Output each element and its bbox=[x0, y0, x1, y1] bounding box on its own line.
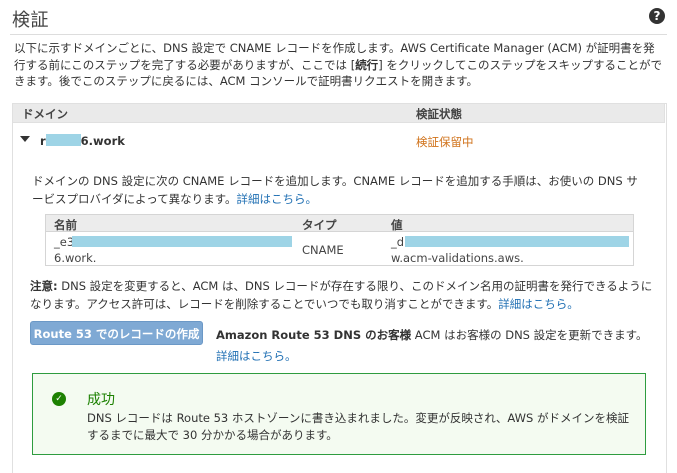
record-value-line2: w.acm-validations.aws. bbox=[391, 251, 524, 265]
route53-description: Amazon Route 53 DNS のお客様 ACM はお客様の DNS 設… bbox=[216, 328, 648, 363]
record-header-value: 値 bbox=[391, 218, 403, 232]
record-value-line1: _d bbox=[391, 235, 405, 249]
page-title: 検証 bbox=[12, 10, 49, 31]
learn-more-link[interactable]: 詳細はこちら。 bbox=[236, 192, 317, 206]
success-message: DNS レコードは Route 53 ホストゾーンに書き込まれました。変更が反映… bbox=[87, 411, 629, 442]
record-table-header bbox=[45, 214, 634, 232]
title-divider bbox=[10, 34, 667, 35]
column-header-domain: ドメイン bbox=[22, 107, 68, 121]
learn-more-link[interactable]: 詳細はこちら。 bbox=[498, 297, 579, 311]
record-type: CNAME bbox=[302, 243, 344, 257]
table-header bbox=[12, 103, 665, 123]
dns-instructions: ドメインの DNS 設定に次の CNAME レコードを追加します。CNAME レ… bbox=[32, 174, 638, 206]
redacted-block bbox=[405, 236, 629, 247]
caret-down-icon[interactable] bbox=[20, 136, 30, 142]
caution-note: 注意: DNS 設定を変更すると、ACM は、DNS レコードが存在する限り、こ… bbox=[30, 279, 653, 311]
column-header-status: 検証状態 bbox=[416, 107, 462, 121]
redacted-block bbox=[72, 236, 292, 247]
redacted-block bbox=[45, 134, 81, 146]
record-header-name: 名前 bbox=[54, 218, 77, 232]
learn-more-link[interactable]: 詳細はこちら。 bbox=[216, 349, 297, 363]
record-header-type: タイプ bbox=[302, 218, 337, 232]
help-icon[interactable]: ? bbox=[649, 8, 665, 24]
record-name-line2: 6.work. bbox=[54, 251, 97, 265]
status-badge: 検証保留中 bbox=[416, 135, 474, 149]
create-route53-record-button[interactable]: Route 53 でのレコードの作成 bbox=[30, 321, 203, 345]
check-circle-icon: ✓ bbox=[52, 392, 66, 406]
intro-text: 以下に示すドメインごとに、DNS 設定で CNAME レコードを作成します。AW… bbox=[14, 41, 662, 88]
domain-name[interactable]: r 6.work bbox=[40, 134, 125, 148]
success-title: 成功 bbox=[87, 392, 115, 408]
